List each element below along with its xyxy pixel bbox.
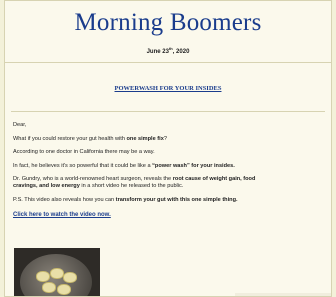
banana-slice-icon <box>63 272 77 283</box>
watch-video-link[interactable]: Click here to watch the video now. <box>13 212 331 219</box>
banana-slice-icon <box>57 284 71 295</box>
footer-blank <box>235 293 331 296</box>
headline-link[interactable]: POWERWASH FOR YOUR INSIDES <box>115 85 222 92</box>
paragraph-1: What if you could restore your gut healt… <box>13 136 331 143</box>
greeting: Dear, <box>13 122 27 128</box>
banana-slice-icon <box>50 268 64 279</box>
p5-text: P.S. This video also reveals how you can <box>13 196 116 203</box>
p4-bold-1: root cause of weight gain, food <box>172 176 256 182</box>
paragraph-4: Dr. Gundry, who is a world-renowned hear… <box>13 176 331 190</box>
p4-text: Dr. Gundry, who is a world-renowned hear… <box>13 176 173 182</box>
p5-bold: transform your gut with this one simple … <box>115 196 238 203</box>
paragraph-2: According to one doctor in California th… <box>13 149 155 155</box>
banana-slice-icon <box>42 282 56 293</box>
date-year: , 2020 <box>172 49 190 55</box>
banana-pot-photo[interactable] <box>14 248 100 296</box>
p4-end: in a short video he released to the publ… <box>79 183 184 189</box>
email-frame: Morning Boomers June 23th, 2020 POWERWAS… <box>4 0 332 297</box>
p1-bold: one simple fix <box>126 135 164 142</box>
issue-date: June 23th, 2020 <box>5 46 331 55</box>
paragraph-5: P.S. This video also reveals how you can… <box>13 197 331 204</box>
paragraph-3: In fact, he believes it's so powerful th… <box>13 163 331 170</box>
p1-end: ? <box>163 135 167 142</box>
p3-bold: “power wash” for your insides. <box>152 162 235 169</box>
newsletter-title: Morning Boomers <box>74 9 262 36</box>
divider <box>5 62 331 63</box>
banana-slice-icon <box>36 271 50 282</box>
masthead: Morning Boomers June 23th, 2020 <box>5 1 331 55</box>
email-body: Dear, What if you could restore your gut… <box>5 112 331 219</box>
date-main: June 23 <box>146 49 169 55</box>
p3-text: In fact, he believes it's so powerful th… <box>13 162 153 169</box>
headline-box: POWERWASH FOR YOUR INSIDES <box>11 77 325 112</box>
p4-bold-2: cravings, and low energy <box>13 183 80 189</box>
p1-text: What if you could restore your gut healt… <box>13 135 127 142</box>
